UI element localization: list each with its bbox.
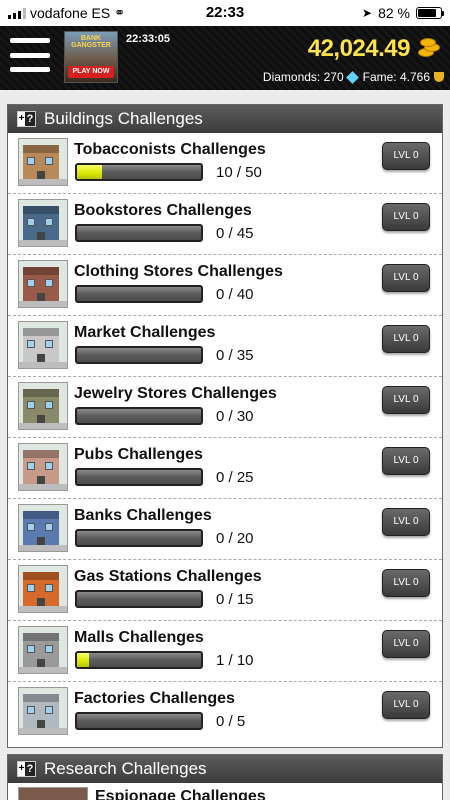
progress-bar: [75, 346, 203, 364]
challenge-title: Gas Stations Challenges: [74, 568, 262, 585]
espionage-thumbnail: [18, 787, 88, 800]
progress-bar: [75, 468, 203, 486]
progress-text: 0 / 40: [216, 286, 254, 303]
ad-title: BANK GANGSTER: [71, 35, 111, 49]
panel-title: Buildings Challenges: [44, 109, 203, 128]
trophy-icon: [434, 72, 444, 82]
gold-coins-icon: [416, 36, 442, 60]
progress-bar: [75, 163, 203, 181]
progress-bar: [75, 712, 203, 730]
progress-text: 0 / 35: [216, 347, 254, 364]
money-balance: 42,024.49: [307, 35, 411, 62]
battery-fill: [418, 9, 437, 17]
building-thumbnail: [18, 382, 68, 430]
level-button[interactable]: LVL 0: [382, 569, 430, 597]
building-thumbnail: [18, 504, 68, 552]
challenge-title: Espionage Challenges: [95, 788, 266, 800]
progress-bar: [75, 407, 203, 425]
challenge-title: Clothing Stores Challenges: [74, 263, 283, 280]
level-button[interactable]: LVL 0: [382, 264, 430, 292]
challenge-title: Tobacconists Challenges: [74, 141, 266, 158]
panel-header: + ? Research Challenges: [8, 755, 442, 783]
progress-text: 0 / 15: [216, 591, 254, 608]
panel-title: Research Challenges: [44, 759, 207, 778]
challenge-row: Tobacconists Challenges 10 / 50 LVL 0: [8, 133, 442, 194]
research-challenges-panel: + ? Research Challenges Espionage Challe…: [7, 754, 443, 800]
content-area[interactable]: + ? Buildings Challenges Tobacconists Ch…: [0, 90, 450, 800]
diamonds-label: Diamonds: 270: [262, 70, 344, 84]
level-button[interactable]: LVL 0: [382, 508, 430, 536]
progress-fill: [77, 653, 90, 667]
level-button[interactable]: LVL 0: [382, 325, 430, 353]
challenge-title: Malls Challenges: [74, 629, 204, 646]
progress-text: 0 / 30: [216, 408, 254, 425]
buildings-challenges-panel: + ? Buildings Challenges Tobacconists Ch…: [7, 104, 443, 748]
challenge-row: Gas Stations Challenges 0 / 15 LVL 0: [8, 560, 442, 621]
building-thumbnail: [18, 260, 68, 308]
game-clock: 22:33:05: [126, 33, 171, 45]
challenge-title: Market Challenges: [74, 324, 216, 341]
help-icon[interactable]: + ?: [17, 761, 36, 777]
challenge-row: Market Challenges 0 / 35 LVL 0: [8, 316, 442, 377]
building-thumbnail: [18, 443, 68, 491]
stats-line: Diamonds: 270 Fame: 4.766: [263, 70, 444, 84]
hamburger-menu-icon[interactable]: [10, 38, 50, 72]
ad-play-button[interactable]: PLAY NOW: [68, 66, 114, 78]
building-thumbnail: [18, 626, 68, 674]
ad-banner[interactable]: BANK GANGSTER PLAY NOW: [64, 31, 118, 83]
progress-bar: [75, 590, 203, 608]
progress-text: 0 / 20: [216, 530, 254, 547]
progress-text: 0 / 25: [216, 469, 254, 486]
challenge-row: Pubs Challenges 0 / 25 LVL 0: [8, 438, 442, 499]
status-bar: vodafone ES ⚭ 22:33 ➤ 82 %: [0, 0, 450, 26]
level-button[interactable]: LVL 0: [382, 447, 430, 475]
battery-icon: [416, 7, 444, 19]
challenge-title: Banks Challenges: [74, 507, 212, 524]
progress-text: 10 / 50: [216, 164, 262, 181]
challenge-row: Malls Challenges 1 / 10 LVL 0: [8, 621, 442, 682]
progress-text: 0 / 45: [216, 225, 254, 242]
diamond-icon: [345, 70, 359, 84]
challenge-title: Jewelry Stores Challenges: [74, 385, 277, 402]
help-icon[interactable]: + ?: [17, 111, 36, 127]
challenge-row: Clothing Stores Challenges 0 / 40 LVL 0: [8, 255, 442, 316]
fame-label: Fame: 4.766: [362, 70, 430, 84]
building-thumbnail: [18, 138, 68, 186]
progress-bar: [75, 651, 203, 669]
battery-percent: 82 %: [378, 5, 410, 21]
challenge-row: Banks Challenges 0 / 20 LVL 0: [8, 499, 442, 560]
level-button[interactable]: LVL 0: [382, 691, 430, 719]
challenge-row: Jewelry Stores Challenges 0 / 30 LVL 0: [8, 377, 442, 438]
building-thumbnail: [18, 565, 68, 613]
challenge-title: Pubs Challenges: [74, 446, 203, 463]
progress-bar: [75, 285, 203, 303]
building-thumbnail: [18, 687, 68, 735]
challenge-title: Factories Challenges: [74, 690, 235, 707]
progress-fill: [77, 165, 102, 179]
challenge-title: Bookstores Challenges: [74, 202, 252, 219]
progress-text: 1 / 10: [216, 652, 254, 669]
level-button[interactable]: LVL 0: [382, 386, 430, 414]
building-thumbnail: [18, 321, 68, 369]
progress-text: 0 / 5: [216, 713, 246, 730]
status-right: ➤ 82 %: [362, 5, 444, 21]
game-header: BANK GANGSTER PLAY NOW 22:33:05 42,024.4…: [0, 26, 450, 90]
progress-bar: [75, 224, 203, 242]
progress-bar: [75, 529, 203, 547]
panel-header: + ? Buildings Challenges: [8, 105, 442, 133]
level-button[interactable]: LVL 0: [382, 203, 430, 231]
level-button[interactable]: LVL 0: [382, 630, 430, 658]
level-button[interactable]: LVL 0: [382, 142, 430, 170]
challenge-row: Bookstores Challenges 0 / 45 LVL 0: [8, 194, 442, 255]
challenge-list: Tobacconists Challenges 10 / 50 LVL 0 Books…: [8, 133, 442, 743]
location-arrow-icon: ➤: [362, 6, 373, 20]
building-thumbnail: [18, 199, 68, 247]
challenge-row: Factories Challenges 0 / 5 LVL 0: [8, 682, 442, 743]
